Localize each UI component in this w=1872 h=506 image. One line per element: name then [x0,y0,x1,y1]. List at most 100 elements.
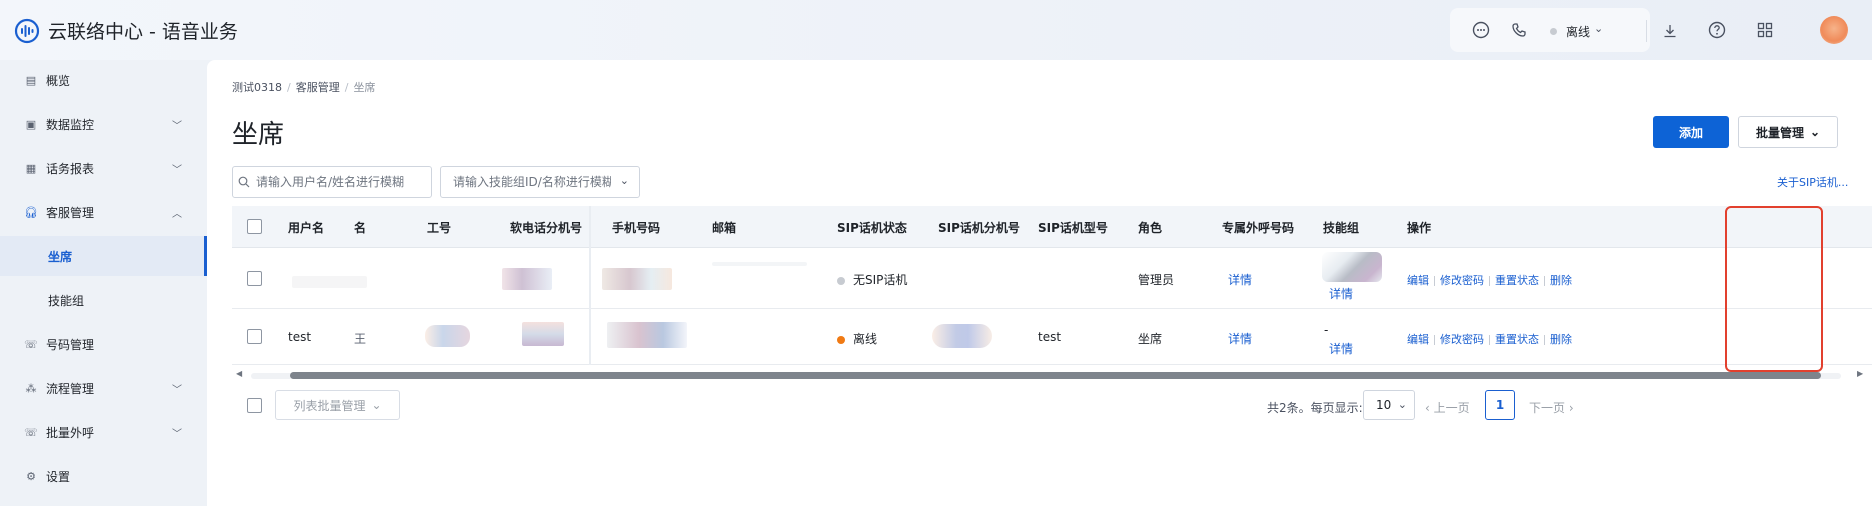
delete-link[interactable]: 删除 [1550,333,1572,346]
table-row: test 王 离线 test 坐席 详情 - 详情 编辑 修改密码 重置状态 删除 [232,309,1872,365]
dedicated-number-details-link[interactable]: 详情 [1228,330,1252,347]
batch-manage-label: 批量管理 [1755,125,1804,140]
edit-link[interactable]: 编辑 [1407,274,1429,287]
breadcrumb-item[interactable]: 客服管理 [296,81,340,94]
breadcrumb-item[interactable]: 测试0318 [232,81,282,94]
horizontal-scrollbar[interactable]: ◀ ▶ [232,369,1872,381]
reset-status-link[interactable]: 重置状态 [1495,274,1539,287]
sidebar-item-flow[interactable]: ⁂ 流程管理 ﹀ [0,368,207,408]
select-all-checkbox[interactable] [247,219,262,234]
redacted-employee-id [425,325,470,347]
change-password-link[interactable]: 修改密码 [1440,333,1484,346]
sidebar-item-overview[interactable]: ▤ 概览 [0,60,207,100]
prev-page-button[interactable]: ‹ 上一页 [1425,399,1470,416]
skill-group-select[interactable]: ⌄ [440,166,640,198]
header-divider [1646,20,1647,42]
sidebar-item-numbers[interactable]: ☏ 号码管理 [0,324,207,364]
sidebar-item-skill-groups[interactable]: 技能组 [0,280,207,320]
row-checkbox[interactable] [247,271,262,286]
sidebar-item-batch-call[interactable]: ☏ 批量外呼 ﹀ [0,412,207,452]
column-header: SIP话机分机号 [938,221,1020,235]
list-bulk-manage-select[interactable]: 列表批量管理 ⌄ [275,390,400,420]
scrollbar-thumb[interactable] [290,372,1821,379]
row-actions: 编辑 修改密码 重置状态 删除 [1407,272,1572,288]
chevron-down-icon: ⌄ [1809,125,1821,139]
chevron-up-icon: ︿ [172,208,182,220]
app-title: 云联络中心 - 语音业务 [48,21,238,43]
skill-group-details-link[interactable]: 详情 [1329,340,1353,357]
chevron-down-icon: ⌄ [1397,398,1407,411]
table-row: 无SIP话机 管理员 详情 详情 编辑 修改密码 重置状态 删除 [232,248,1872,309]
agent-status-dot [1550,28,1557,35]
app-logo-icon [14,18,40,44]
skill-group-search-input[interactable] [453,175,611,189]
chevron-down-icon[interactable]: ⌄ [1594,22,1603,35]
redacted-extension [522,322,564,346]
add-button[interactable]: 添加 [1653,116,1729,148]
user-search-input[interactable] [255,175,431,189]
name-cell: 王 [354,332,367,346]
chevron-right-icon: › [1568,401,1574,415]
user-search [232,166,432,198]
next-page-label: 下一页 [1529,401,1566,415]
chat-icon[interactable] [1470,19,1492,41]
agent-status[interactable]: 离线 [1566,23,1590,40]
phone-icon[interactable] [1508,19,1530,41]
delete-link[interactable]: 删除 [1550,274,1572,287]
sidebar-item-label: 坐席 [48,249,73,264]
sidebar-item-agents[interactable]: 坐席 [0,236,207,276]
help-icon[interactable] [1706,19,1728,41]
batch-call-icon: ☏ [24,425,38,439]
change-password-link[interactable]: 修改密码 [1440,274,1484,287]
column-header: SIP话机型号 [1038,221,1108,235]
dedicated-number-details-link[interactable]: 详情 [1228,271,1252,288]
page-size-value: 10 [1376,398,1392,412]
chevron-down-icon: ⌄ [371,398,382,412]
role-cell: 坐席 [1138,332,1163,346]
headset-icon: 🎧︎ [24,205,38,219]
redacted-phone [602,268,672,290]
row-actions: 编辑 修改密码 重置状态 删除 [1407,331,1572,347]
sidebar-item-label: 流程管理 [46,381,95,396]
page-title: 坐席 [232,120,285,150]
chevron-down-icon: ﹀ [172,164,182,176]
sip-status-label: 无SIP话机 [853,273,908,287]
sidebar-item-service-mgmt[interactable]: 🎧︎ 客服管理 ︿ [0,192,207,232]
current-page-button[interactable]: 1 [1485,390,1515,420]
sidebar-item-monitor[interactable]: ▣ 数据监控 ﹀ [0,104,207,144]
sidebar-item-report[interactable]: ▦ 话务报表 ﹀ [0,148,207,188]
redacted-extension [502,268,552,290]
scroll-right-icon[interactable]: ▶ [1857,369,1863,378]
sidebar-item-label: 概览 [46,73,71,88]
column-header: SIP话机状态 [837,221,907,235]
grid-icon[interactable] [1754,19,1776,41]
frozen-column-divider [589,206,591,365]
column-header: 角色 [1138,221,1163,235]
sip-status: 无SIP话机 [837,271,907,288]
batch-manage-button[interactable]: 批量管理 ⌄ [1738,116,1838,148]
download-icon[interactable] [1659,20,1681,42]
redacted-phone [607,322,687,348]
settings-icon: ⚙ [26,469,36,483]
sip-phone-help-link[interactable]: 关于SIP话机... [1777,174,1848,190]
reset-status-link[interactable]: 重置状态 [1495,333,1539,346]
username-cell: test [288,330,312,344]
main-content: 测试0318/客服管理/坐席 坐席 添加 批量管理 ⌄ ⌄ 关于SIP话机...… [207,60,1872,506]
sidebar-item-label: 数据监控 [46,117,95,132]
page-size-select[interactable]: 10 ⌄ [1363,390,1415,420]
sidebar-item-label: 技能组 [48,293,85,308]
phone-icon: ☏ [24,337,38,351]
breadcrumb-current: 坐席 [353,81,376,94]
skill-group-details-link[interactable]: 详情 [1329,285,1353,302]
user-avatar[interactable] [1820,16,1848,44]
footer-select-all-checkbox[interactable] [247,398,262,413]
sidebar-item-label: 批量外呼 [46,425,95,440]
column-header: 专属外呼号码 [1222,221,1295,235]
scroll-left-icon[interactable]: ◀ [236,369,242,378]
edit-link[interactable]: 编辑 [1407,333,1429,346]
redacted-email [712,262,807,266]
next-page-button[interactable]: 下一页 › [1529,399,1574,416]
row-checkbox[interactable] [247,329,262,344]
status-dot [837,277,845,285]
sidebar-item-settings[interactable]: ⚙ 设置 [0,456,207,496]
